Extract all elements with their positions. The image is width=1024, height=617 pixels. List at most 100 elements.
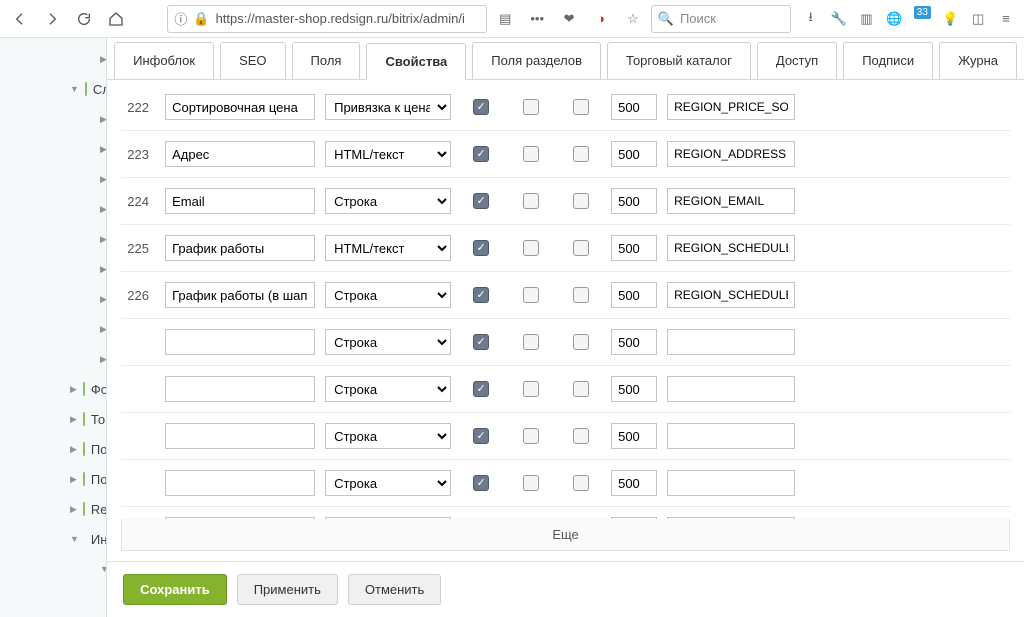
sort-input[interactable] xyxy=(611,376,657,402)
tree-item[interactable]: ▶Регионы xyxy=(0,224,106,254)
name-input[interactable] xyxy=(165,329,315,355)
name-input[interactable] xyxy=(165,235,315,261)
sync-icon[interactable]: 🌐 xyxy=(882,7,906,31)
code-input[interactable] xyxy=(667,470,795,496)
search-bar[interactable]: 🔍 Поиск xyxy=(651,5,791,33)
code-input[interactable] xyxy=(667,188,795,214)
tree-item[interactable]: ▶Помощь xyxy=(0,434,106,464)
checkbox[interactable] xyxy=(473,334,489,350)
tree-item[interactable]: ▶Полезная информац xyxy=(0,194,106,224)
tree-item[interactable]: ▶Формы xyxy=(0,374,106,404)
apply-button[interactable]: Применить xyxy=(237,574,338,605)
tab-6[interactable]: Доступ xyxy=(757,42,837,79)
checkbox[interactable] xyxy=(473,99,489,115)
reader-icon[interactable]: ▤ xyxy=(491,5,519,33)
name-input[interactable] xyxy=(165,141,315,167)
more-button[interactable]: Еще xyxy=(121,519,1010,551)
sort-input[interactable] xyxy=(611,329,657,355)
menu-icon[interactable]: ≡ xyxy=(994,7,1018,31)
checkbox[interactable] xyxy=(573,240,589,256)
ublock-icon[interactable]: ◑ xyxy=(587,5,615,33)
name-input[interactable] xyxy=(165,470,315,496)
checkbox[interactable] xyxy=(573,381,589,397)
sort-input[interactable] xyxy=(611,282,657,308)
type-select[interactable]: Привязка к ценамHTML/текстСтрока xyxy=(325,376,451,402)
tree-item[interactable]: ▼Экспорт xyxy=(0,554,106,584)
bookmark-icon[interactable]: ☆ xyxy=(619,5,647,33)
devtools-icon[interactable]: 🔧 xyxy=(827,7,851,31)
tab-4[interactable]: Поля разделов xyxy=(472,42,601,79)
checkbox[interactable] xyxy=(523,193,539,209)
library-icon[interactable]: ▥ xyxy=(855,7,879,31)
tab-3[interactable]: Свойства xyxy=(366,43,466,80)
more-icon[interactable]: ••• xyxy=(523,5,551,33)
type-select[interactable]: Привязка к ценамHTML/текстСтрока xyxy=(325,282,451,308)
checkbox[interactable] xyxy=(473,193,489,209)
code-input[interactable] xyxy=(667,329,795,355)
checkbox[interactable] xyxy=(523,381,539,397)
type-select[interactable]: Привязка к ценамHTML/текстСтрока xyxy=(325,470,451,496)
checkbox[interactable] xyxy=(523,240,539,256)
back-button[interactable] xyxy=(6,5,34,33)
tree-item[interactable]: ▶Особенности xyxy=(0,164,106,194)
sort-input[interactable] xyxy=(611,141,657,167)
code-input[interactable] xyxy=(667,282,795,308)
tab-2[interactable]: Поля xyxy=(292,42,361,79)
tree-item[interactable]: ▶Полезная информация xyxy=(0,464,106,494)
tab-8[interactable]: Журна xyxy=(939,42,1017,79)
checkbox[interactable] xyxy=(473,475,489,491)
tab-7[interactable]: Подписи xyxy=(843,42,933,79)
url-bar[interactable]: ⓘ 🔒 https://master-shop.redsign.ru/bitri… xyxy=(167,5,487,33)
code-input[interactable] xyxy=(667,94,795,120)
ext-badge[interactable]: 33 xyxy=(910,7,934,31)
tree-item[interactable]: ▶Юридические докум xyxy=(0,344,106,374)
checkbox[interactable] xyxy=(573,99,589,115)
checkbox[interactable] xyxy=(523,287,539,303)
checkbox[interactable] xyxy=(473,146,489,162)
pocket-icon[interactable]: ❤ xyxy=(555,5,583,33)
code-input[interactable] xyxy=(667,235,795,261)
tree-item[interactable]: ▶Цитаты xyxy=(0,284,106,314)
sort-input[interactable] xyxy=(611,423,657,449)
downloads-icon[interactable]: ⭳ xyxy=(799,7,823,31)
save-button[interactable]: Сохранить xyxy=(123,574,227,605)
sort-input[interactable] xyxy=(611,188,657,214)
tree-item[interactable]: ▶Главные баннеры xyxy=(0,44,106,74)
tree-item[interactable]: ▶Лендинги xyxy=(0,134,106,164)
sort-input[interactable] xyxy=(611,235,657,261)
tip-icon[interactable]: 💡 xyxy=(938,7,962,31)
code-input[interactable] xyxy=(667,376,795,402)
name-input[interactable] xyxy=(165,94,315,120)
tree-item[interactable]: ▼Служебные xyxy=(0,74,106,104)
sort-input[interactable] xyxy=(611,470,657,496)
checkbox[interactable] xyxy=(473,381,489,397)
sort-input[interactable] xyxy=(611,94,657,120)
sidebar-icon[interactable]: ◫ xyxy=(966,7,990,31)
name-input[interactable] xyxy=(165,423,315,449)
checkbox[interactable] xyxy=(573,287,589,303)
type-select[interactable]: Привязка к ценамHTML/текстСтрока xyxy=(325,423,451,449)
name-input[interactable] xyxy=(165,282,315,308)
code-input[interactable] xyxy=(667,423,795,449)
checkbox[interactable] xyxy=(523,146,539,162)
tree-item[interactable]: ▼Инфоблоки xyxy=(0,524,106,554)
tree-item[interactable]: ▶Redsign LightBasket xyxy=(0,494,106,524)
type-select[interactable]: Привязка к ценамHTML/текстСтрока xyxy=(325,141,451,167)
checkbox[interactable] xyxy=(523,475,539,491)
checkbox[interactable] xyxy=(523,99,539,115)
home-button[interactable] xyxy=(102,5,130,33)
name-input[interactable] xyxy=(165,188,315,214)
type-select[interactable]: Привязка к ценамHTML/текстСтрока xyxy=(325,188,451,214)
checkbox[interactable] xyxy=(473,428,489,444)
type-select[interactable]: Привязка к ценамHTML/текстСтрока xyxy=(325,94,451,120)
tree-item[interactable]: ▶Фотогалерея xyxy=(0,254,106,284)
checkbox[interactable] xyxy=(573,193,589,209)
tab-1[interactable]: SEO xyxy=(220,42,285,79)
checkbox[interactable] xyxy=(573,334,589,350)
cancel-button[interactable]: Отменить xyxy=(348,574,441,605)
type-select[interactable]: Привязка к ценамHTML/текстСтрока xyxy=(325,329,451,355)
checkbox[interactable] xyxy=(573,475,589,491)
checkbox[interactable] xyxy=(523,428,539,444)
tree-item[interactable]: ▶Элементы нумерова xyxy=(0,314,106,344)
type-select[interactable]: Привязка к ценамHTML/текстСтрока xyxy=(325,235,451,261)
